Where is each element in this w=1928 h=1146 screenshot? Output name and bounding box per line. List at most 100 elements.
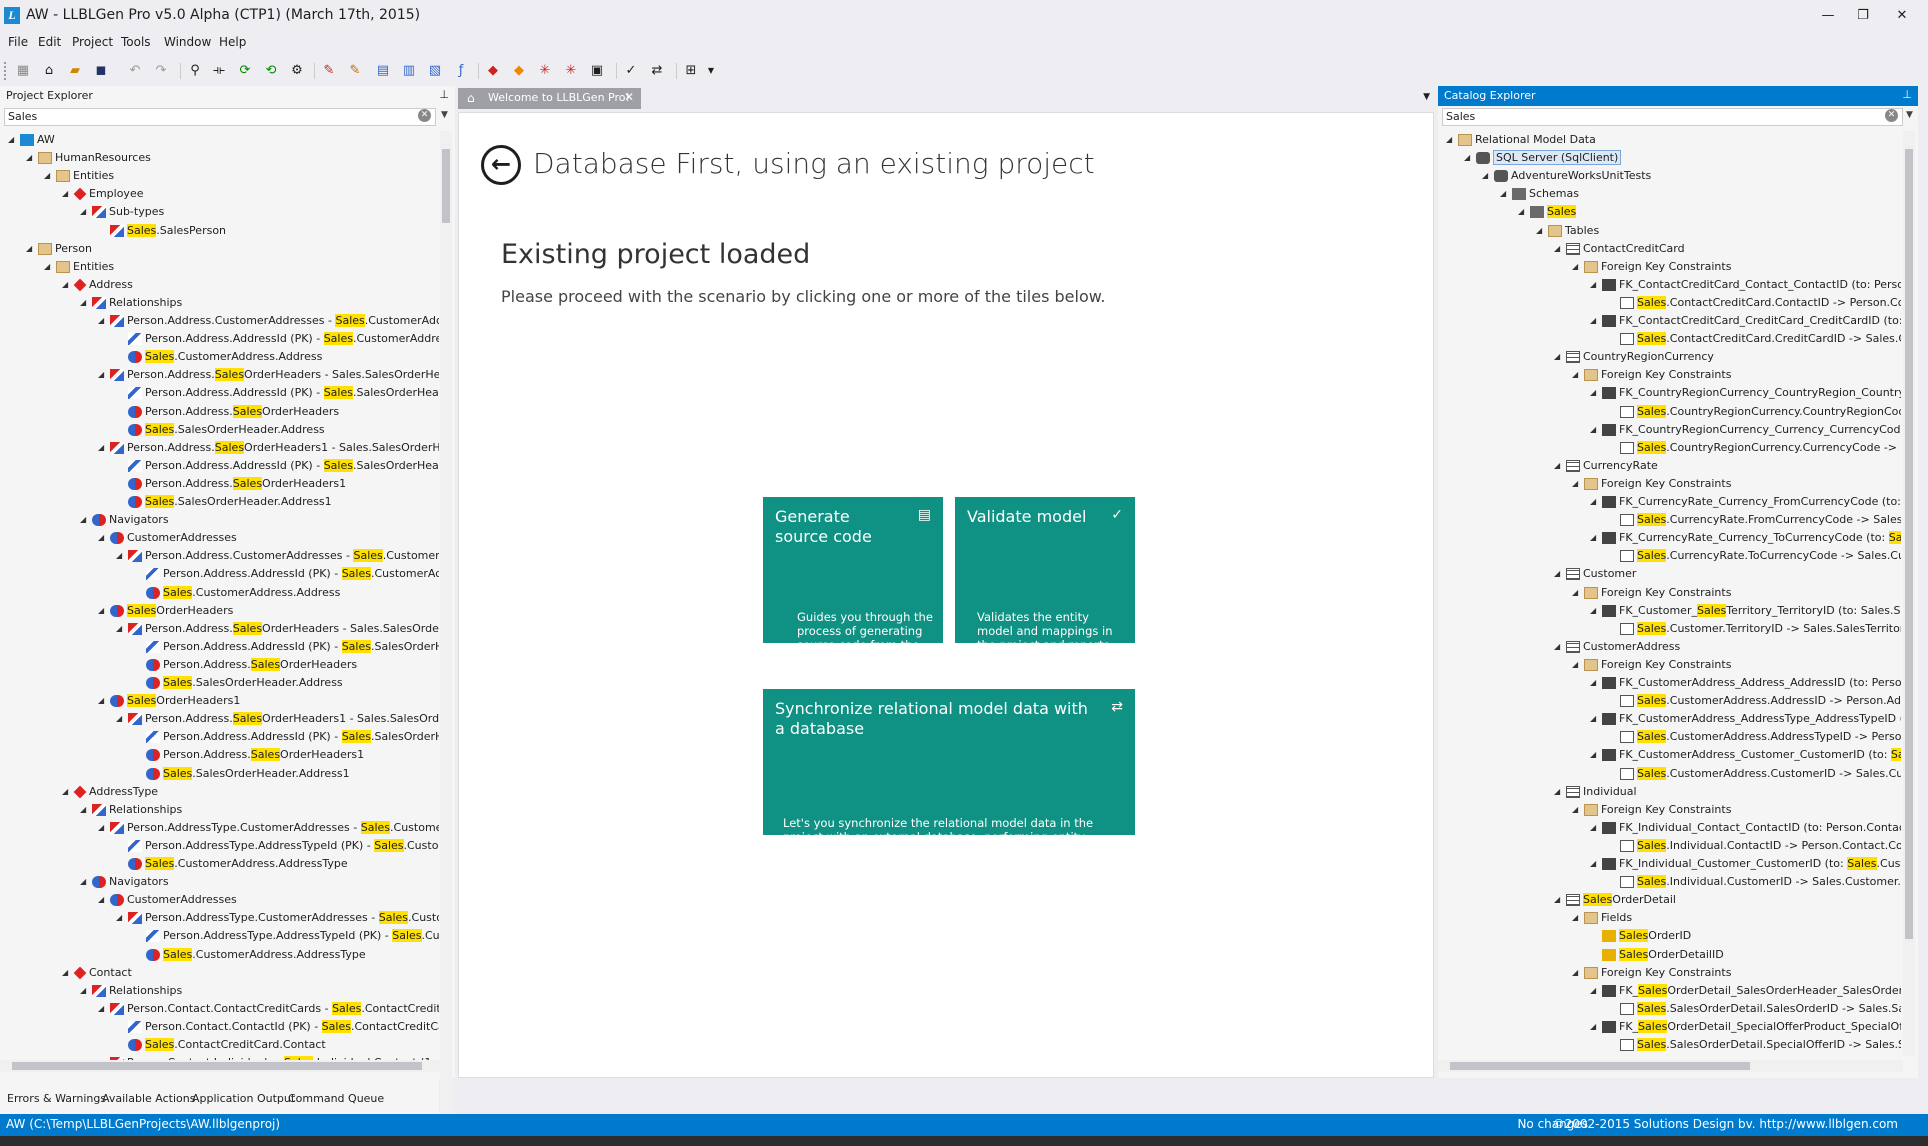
expand-arrow-icon[interactable]: ◢	[1554, 457, 1566, 475]
expand-arrow-icon[interactable]: ◢	[1554, 348, 1566, 366]
expand-arrow-icon[interactable]: ◢	[1590, 746, 1602, 764]
synchronize-icon[interactable]: ⇄	[648, 62, 666, 80]
tree-node[interactable]: Person.Address.AddressId (PK) - Sales.Cu…	[134, 565, 439, 583]
tree-node[interactable]: Person.Address.AddressId (PK) - Sales.Sa…	[116, 384, 439, 402]
tree-node[interactable]: Sales.CustomerAddress.AddressTypeID -> P…	[1608, 728, 1901, 746]
expand-arrow-icon[interactable]: ◢	[98, 692, 110, 710]
tree-node[interactable]: Sales.ContactCreditCard.Contact	[116, 1036, 326, 1054]
tree-node[interactable]: ◢ FK_CountryRegionCurrency_CountryRegion_…	[1590, 384, 1901, 402]
tree-node[interactable]: ◢ Foreign Key Constraints	[1572, 366, 1731, 384]
expand-arrow-icon[interactable]: ◢	[1572, 258, 1584, 276]
tree-node[interactable]: Sales.SalesPerson	[98, 222, 226, 240]
expand-arrow-icon[interactable]: ◢	[1554, 565, 1566, 583]
expand-arrow-icon[interactable]: ◢	[116, 620, 128, 638]
hscroll-thumb[interactable]	[12, 1062, 422, 1070]
expand-arrow-icon[interactable]: ◢	[1590, 384, 1602, 402]
expand-arrow-icon[interactable]: ◢	[1554, 783, 1566, 801]
tree-node[interactable]: ◢ FK_ContactCreditCard_CreditCard_CreditC…	[1590, 312, 1901, 330]
tree-node[interactable]: Person.Address.AddressId (PK) - Sales.Sa…	[116, 457, 439, 475]
tree-node[interactable]: ◢ Sales	[1518, 203, 1577, 221]
expand-arrow-icon[interactable]: ◢	[1536, 222, 1548, 240]
expand-arrow-icon[interactable]: ◢	[1590, 710, 1602, 728]
save-icon[interactable]: ◼	[92, 62, 110, 80]
project-tree-vscroll[interactable]	[440, 131, 452, 1146]
tree-node[interactable]: ◢ Person.Address.SalesOrderHeaders1 - Sal…	[116, 710, 439, 728]
tree-node[interactable]: ◢ Foreign Key Constraints	[1572, 801, 1731, 819]
clear-filter-icon[interactable]: ✕	[418, 109, 431, 122]
expand-arrow-icon[interactable]: ◢	[1572, 366, 1584, 384]
tree-node[interactable]: ◢ SQL Server (SqlClient)	[1464, 149, 1622, 167]
tree-node[interactable]: ◢ Foreign Key Constraints	[1572, 656, 1731, 674]
tree-node[interactable]: ◢ AW	[8, 131, 55, 149]
project-tree[interactable]: ◢ AW ◢ HumanResources ◢ Entities ◢ Employee ◢ Sub…	[0, 131, 439, 1146]
tree-node[interactable]: ◢ FK_SalesOrderDetail_SpecialOfferProduct…	[1590, 1018, 1901, 1036]
tree-node[interactable]: Sales.CurrencyRate.ToCurrencyCode -> Sal…	[1608, 547, 1901, 565]
tab-available-actions[interactable]: Available Actions	[102, 1092, 195, 1105]
tree-node[interactable]: Sales.SalesOrderHeader.Address1	[134, 765, 350, 783]
tree-node[interactable]: ◢ CustomerAddresses	[98, 529, 237, 547]
tab-errors-warnings[interactable]: Errors & Warnings	[7, 1092, 106, 1105]
minimize-button[interactable]: —	[1808, 4, 1848, 28]
tree-node[interactable]: ◢ Relationships	[80, 982, 182, 1000]
tree-node[interactable]: Person.Address.SalesOrderHeaders	[116, 403, 339, 421]
expand-arrow-icon[interactable]: ◢	[1554, 891, 1566, 909]
close-button[interactable]: ✕	[1882, 4, 1922, 28]
project-tree-hscroll[interactable]	[0, 1060, 440, 1072]
tree-node[interactable]: Sales.Individual.CustomerID -> Sales.Cus…	[1608, 873, 1901, 891]
tree-node[interactable]: Sales.CustomerAddress.AddressType	[134, 946, 366, 964]
catalog-tree-hscroll[interactable]	[1438, 1060, 1903, 1072]
expand-arrow-icon[interactable]: ◢	[98, 312, 110, 330]
tree-node[interactable]: Person.Address.SalesOrderHeaders1	[116, 475, 346, 493]
expand-arrow-icon[interactable]: ◢	[98, 439, 110, 457]
tree-node[interactable]: ◢ SalesOrderDetail	[1554, 891, 1676, 909]
vscroll-thumb[interactable]	[442, 149, 450, 223]
inheritance-icon[interactable]: ✳	[562, 62, 580, 80]
tree-node[interactable]: ◢ Individual	[1554, 783, 1637, 801]
expand-arrow-icon[interactable]: ◢	[1500, 185, 1512, 203]
tree-node[interactable]: ◢ Person	[26, 240, 92, 258]
tree-node[interactable]: ◢ CountryRegionCurrency	[1554, 348, 1714, 366]
tree-node[interactable]: ◢ Foreign Key Constraints	[1572, 584, 1731, 602]
tree-node[interactable]: ◢ Person.AddressType.CustomerAddresses - …	[98, 819, 439, 837]
tile-generate-source[interactable]: Generate source code ▤ Guides you throug…	[763, 497, 943, 666]
tree-node[interactable]: ◢ Foreign Key Constraints	[1572, 475, 1731, 493]
expand-arrow-icon[interactable]: ◢	[8, 131, 20, 149]
tree-node[interactable]: ◢ FK_CurrencyRate_Currency_ToCurrencyCode…	[1590, 529, 1901, 547]
tree-node[interactable]: Sales.CountryRegionCurrency.CurrencyCode…	[1608, 439, 1901, 457]
expand-arrow-icon[interactable]: ◢	[1590, 421, 1602, 439]
tree-node[interactable]: ◢ FK_CustomerAddress_Customer_CustomerID …	[1590, 746, 1901, 764]
menu-project[interactable]: Project	[72, 35, 113, 49]
tree-node[interactable]: Sales.CustomerAddress.AddressID -> Perso…	[1608, 692, 1901, 710]
tree-node[interactable]: ◢ FK_Customer_SalesTerritory_TerritoryID …	[1590, 602, 1901, 620]
expand-arrow-icon[interactable]: ◢	[98, 891, 110, 909]
tree-node[interactable]: ◢ CustomerAddress	[1554, 638, 1680, 656]
tree-node[interactable]: ◢ Entities	[44, 167, 114, 185]
value-type-icon[interactable]: ◆	[510, 62, 528, 80]
expand-arrow-icon[interactable]: ◢	[1572, 584, 1584, 602]
expand-arrow-icon[interactable]: ◢	[62, 276, 74, 294]
back-button[interactable]: ←	[481, 145, 521, 185]
tree-node[interactable]: ◢ Person.Address.CustomerAddresses - Sale…	[98, 312, 439, 330]
tree-node[interactable]: ◢ Sub-types	[80, 203, 164, 221]
tree-node[interactable]: ◢ Relational Model Data	[1446, 131, 1596, 149]
sync-icon[interactable]: ⟲	[262, 62, 280, 80]
toolbar-overflow-icon[interactable]: ▼	[702, 62, 720, 80]
tree-node[interactable]: Person.Address.AddressId (PK) - Sales.Sa…	[134, 638, 439, 656]
expand-arrow-icon[interactable]: ◢	[1590, 493, 1602, 511]
expand-arrow-icon[interactable]: ◢	[116, 710, 128, 728]
menu-help[interactable]: Help	[219, 35, 246, 49]
tree-node[interactable]: ◢ HumanResources	[26, 149, 151, 167]
expand-arrow-icon[interactable]: ◢	[44, 167, 56, 185]
tree-node[interactable]: ◢ Entities	[44, 258, 114, 276]
expand-arrow-icon[interactable]: ◢	[98, 529, 110, 547]
tree-node[interactable]: ◢ Tables	[1536, 222, 1599, 240]
menu-tools[interactable]: Tools	[121, 35, 151, 49]
tree-node[interactable]: ◢ Foreign Key Constraints	[1572, 964, 1731, 982]
expand-arrow-icon[interactable]: ◢	[1590, 982, 1602, 1000]
tree-node[interactable]: Sales.SalesOrderDetail.SalesOrderID -> S…	[1608, 1000, 1901, 1018]
expand-arrow-icon[interactable]: ◢	[1590, 1018, 1602, 1036]
filter-dropdown-icon[interactable]: ▼	[1906, 110, 1913, 120]
tree-node[interactable]: Person.Address.AddressId (PK) - Sales.Sa…	[134, 728, 439, 746]
tree-node[interactable]: ◢ SalesOrderHeaders1	[98, 692, 240, 710]
expand-arrow-icon[interactable]: ◢	[1572, 656, 1584, 674]
